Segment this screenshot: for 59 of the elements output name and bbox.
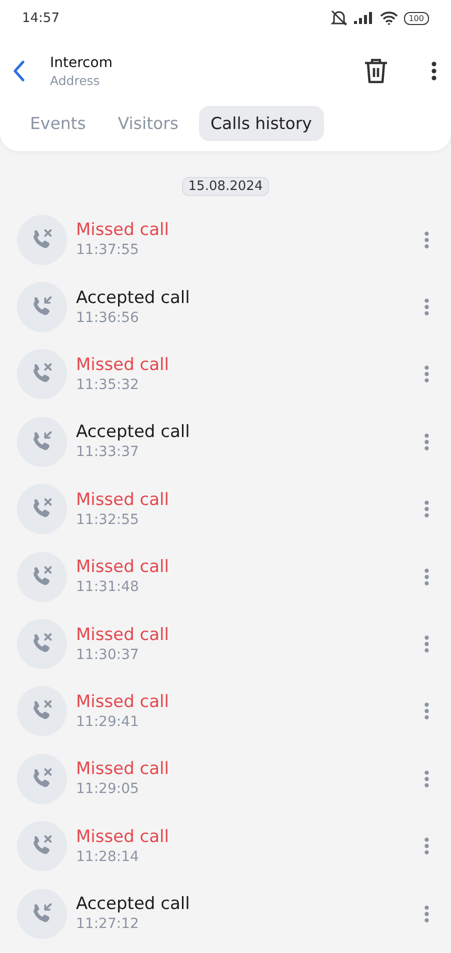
call-menu-button[interactable] <box>424 432 429 451</box>
menu-button[interactable] <box>431 61 437 81</box>
trash-icon <box>363 57 389 85</box>
call-time: 11:27:12 <box>76 915 140 934</box>
delete-button[interactable] <box>363 57 389 85</box>
call-status: Missed call <box>76 758 170 780</box>
call-status: Missed call <box>76 354 170 376</box>
call-menu-button[interactable] <box>424 702 429 720</box>
more-icon <box>431 61 437 81</box>
call-menu-button[interactable] <box>424 365 429 384</box>
more-icon <box>424 230 429 249</box>
more-icon <box>424 635 429 654</box>
call-menu-button[interactable] <box>424 500 429 518</box>
call-status: Missed call <box>76 488 170 511</box>
call-time: 11:29:41 <box>76 712 140 732</box>
muted-bell-icon <box>330 10 348 26</box>
battery-level: 100 <box>404 12 429 24</box>
more-icon <box>424 432 429 451</box>
call-status: Missed call <box>76 624 170 646</box>
tab[interactable]: Calls history <box>198 106 324 141</box>
more-icon <box>424 500 429 518</box>
status-time: 14:57 <box>22 10 60 26</box>
more-icon <box>424 365 429 384</box>
call-status: Missed call <box>76 690 170 713</box>
call-menu-button[interactable] <box>424 837 429 856</box>
call-menu-button[interactable] <box>424 770 429 788</box>
call-time: 11:32:55 <box>76 510 140 530</box>
more-icon <box>424 770 429 788</box>
call-time: 11:35:32 <box>76 376 140 395</box>
call-menu-button[interactable] <box>424 298 429 316</box>
header-title: Intercom <box>50 54 114 70</box>
call-status: Missed call <box>76 219 170 242</box>
call-status: Accepted call <box>76 893 191 916</box>
wifi-icon <box>380 11 398 25</box>
more-icon <box>424 702 429 720</box>
call-menu-button[interactable] <box>424 230 429 249</box>
more-icon <box>424 904 429 923</box>
call-status: Accepted call <box>76 286 191 309</box>
call-time: 11:33:37 <box>76 443 140 462</box>
call-time: 11:30:37 <box>76 646 140 665</box>
call-menu-button[interactable] <box>424 904 429 923</box>
header-subtitle: Address <box>50 72 101 88</box>
call-time: 11:29:05 <box>76 780 140 800</box>
more-icon <box>424 298 429 316</box>
call-time: 11:31:48 <box>76 578 140 598</box>
more-icon <box>424 837 429 856</box>
signal-icon <box>354 12 374 24</box>
date-label: 15.08.2024 <box>182 177 269 196</box>
call-status: Missed call <box>76 556 170 578</box>
call-status: Missed call <box>76 826 170 848</box>
call-time: 11:37:55 <box>76 241 140 260</box>
call-time: 11:28:14 <box>76 848 140 867</box>
tab[interactable]: Visitors <box>106 106 191 141</box>
call-time: 11:36:56 <box>76 308 140 328</box>
call-menu-button[interactable] <box>424 568 429 586</box>
call-status: Accepted call <box>76 421 191 444</box>
tab[interactable]: Events <box>18 106 98 141</box>
call-menu-button[interactable] <box>424 635 429 654</box>
more-icon <box>424 568 429 586</box>
